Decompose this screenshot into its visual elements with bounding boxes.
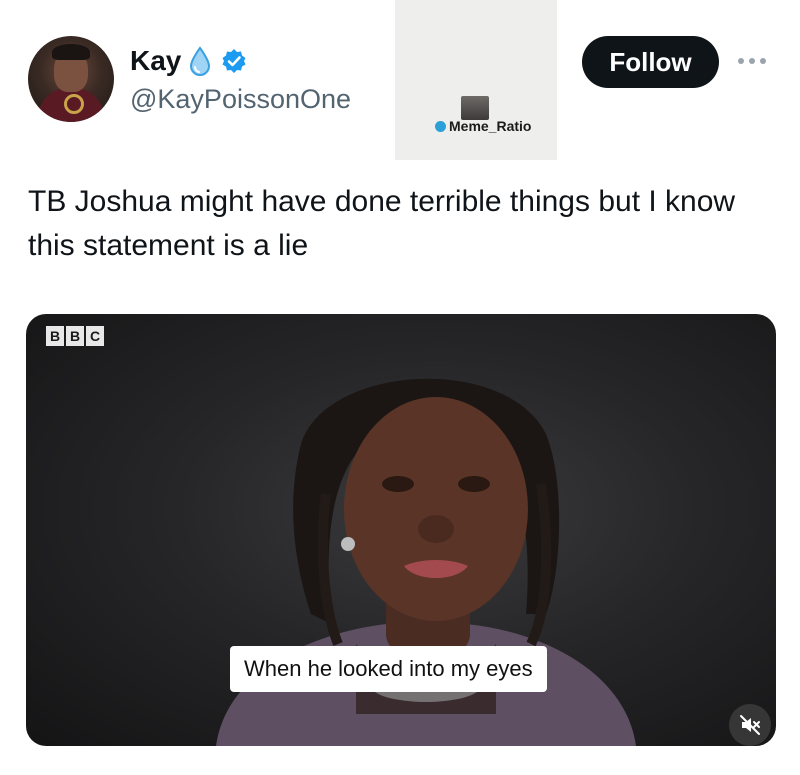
dot — [760, 58, 766, 64]
muted-speaker-icon[interactable] — [729, 704, 771, 746]
dot — [738, 58, 744, 64]
watermark-text: Meme_Ratio — [449, 118, 532, 134]
avatar[interactable] — [28, 36, 114, 122]
dot — [749, 58, 755, 64]
follow-button[interactable]: Follow — [582, 36, 719, 88]
jersey-shape — [38, 88, 104, 122]
bbc-letter: B — [46, 326, 64, 346]
watermark-image — [461, 96, 489, 120]
telegram-icon — [435, 120, 446, 132]
droplet-icon — [189, 46, 211, 76]
bbc-letter: B — [66, 326, 84, 346]
user-handle[interactable]: @KayPoissonOne — [130, 84, 351, 115]
bbc-letter: C — [86, 326, 104, 346]
display-name[interactable]: Kay — [130, 45, 181, 77]
name-row: Kay — [130, 44, 247, 78]
verified-badge-icon — [221, 48, 247, 74]
watermark: Meme_Ratio — [395, 0, 557, 160]
video-subtitle: When he looked into my eyes — [230, 646, 547, 692]
more-options-icon[interactable] — [738, 54, 774, 68]
watermark-label: Meme_Ratio — [435, 118, 531, 134]
bbc-logo: B B C — [46, 326, 104, 346]
hair-shape — [52, 44, 90, 60]
tweet-text: TB Joshua might have done terrible thing… — [28, 185, 736, 262]
media-video[interactable]: B B C When he looked into my eyes — [26, 314, 776, 746]
